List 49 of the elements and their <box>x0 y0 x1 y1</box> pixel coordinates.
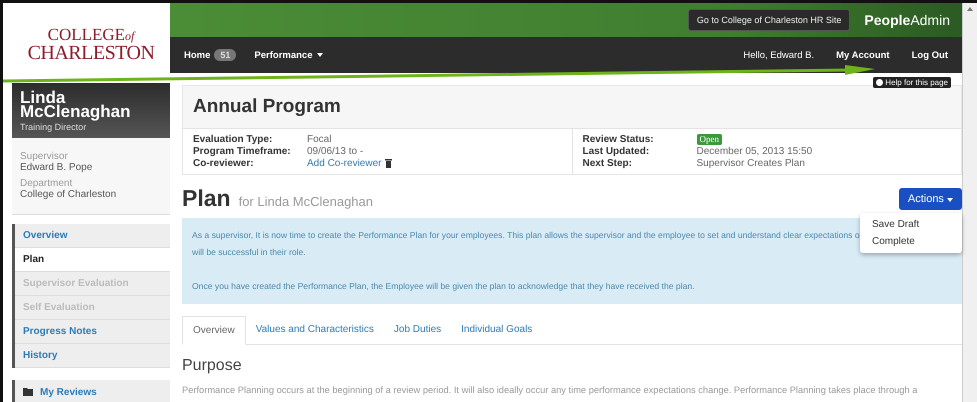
field-value: Focal <box>307 134 332 145</box>
nav-link[interactable]: Performance <box>254 50 323 60</box>
field-label: Department <box>20 178 74 189</box>
info-text: will be successful in their role. <box>192 246 306 259</box>
info-text: Once you have created the Performance Plan, the Employee will be given the plan to acknowledge that they have received the plan. <box>192 280 695 293</box>
field-value: Edward B. Pope <box>20 162 94 173</box>
brand-logo: PeopleAdmin <box>864 12 950 28</box>
actions-button[interactable]: Actions <box>898 188 962 210</box>
profile-name: Linda McClenaghan <box>20 91 132 120</box>
scroll-up-icon[interactable] <box>967 7 973 11</box>
sidebar-item[interactable]: Plan <box>15 248 170 272</box>
field-label: Co-reviewer: <box>193 158 255 169</box>
field-label: Next Step: <box>582 158 633 169</box>
my-reviews-link[interactable]: My Reviews <box>12 380 170 402</box>
menu-item[interactable]: Save Draft <box>860 216 962 233</box>
hr-site-button[interactable]: Go to College of Charleston HR Site <box>688 9 850 31</box>
caret-icon <box>947 198 953 202</box>
status-badge: Open <box>696 134 722 145</box>
plan-subtitle: for Linda McClenaghan <box>238 194 373 209</box>
field-label: Evaluation Type: <box>193 134 274 145</box>
field-value: 09/06/13 to - <box>307 146 364 157</box>
body-text: Performance Planning occurs at the beginning of a review period. It will also ideally occur any time performance expectations change. Performance Planning takes place through a <box>182 385 918 395</box>
field-label: Last Updated: <box>582 146 650 157</box>
help-link[interactable]: Help for this page <box>873 77 951 88</box>
section-heading: Purpose <box>182 357 243 375</box>
scrollbar[interactable] <box>962 3 977 402</box>
add-co-reviewer-link[interactable]: Add Co-reviewer <box>307 158 562 169</box>
caret-icon <box>316 53 323 57</box>
field-label: Review Status: <box>582 134 655 145</box>
field-value: Supervisor Creates Plan <box>696 158 806 169</box>
plan-heading: Plan <box>182 185 231 212</box>
help-icon <box>876 79 884 86</box>
field-value: College of Charleston <box>20 188 118 200</box>
menu-item[interactable]: Complete <box>860 233 962 250</box>
nav-link[interactable]: Home 51 <box>184 49 236 61</box>
account-link[interactable]: My Account <box>836 50 890 60</box>
logout-link[interactable]: Log Out <box>912 50 948 60</box>
field-label: Program Timeframe: <box>193 146 292 157</box>
tab[interactable]: Job Duties <box>384 316 452 344</box>
tab[interactable]: Overview <box>182 316 246 345</box>
field-value: December 05, 2013 15:50 <box>696 146 814 157</box>
tab[interactable]: Individual Goals <box>451 316 542 344</box>
trash-icon[interactable] <box>385 159 392 168</box>
tab[interactable]: Values and Characteristics <box>246 316 384 344</box>
greeting-text: Hello, Edward B. <box>743 50 814 60</box>
profile-role: Training Director <box>20 122 88 132</box>
info-text: As a supervisor, It is now time to create the Performance Plan for your employees. This plan allows the supervisor and the employee to set and understand clear expectations o <box>192 229 860 242</box>
field-label: Supervisor <box>20 150 69 162</box>
folder-icon <box>23 388 34 396</box>
